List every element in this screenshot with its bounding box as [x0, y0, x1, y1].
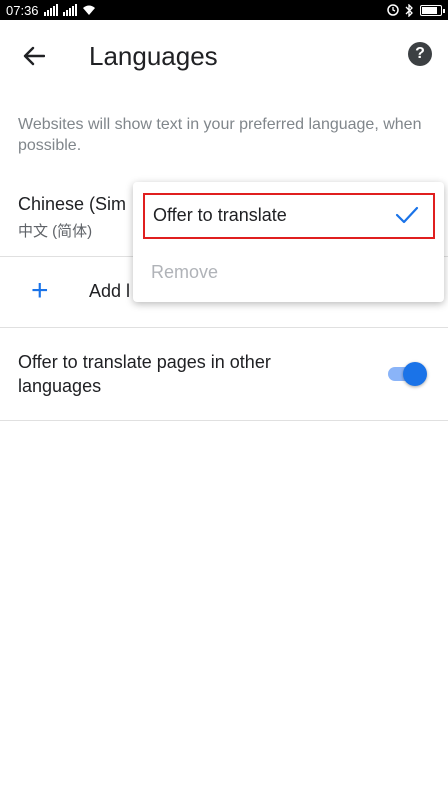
menu-item-offer-to-translate[interactable]: Offer to translate: [143, 193, 435, 239]
bluetooth-icon: [405, 3, 413, 17]
menu-item-remove[interactable]: Remove: [143, 252, 435, 292]
help-button[interactable]: ?: [408, 42, 432, 66]
signal-icon: [62, 4, 77, 16]
checkmark-icon: [395, 206, 419, 224]
languages-description: Websites will show text in your preferre…: [18, 116, 422, 154]
status-time: 07:36: [6, 2, 39, 18]
language-name: Chinese (Sim: [18, 194, 127, 214]
offer-translate-label: Offer to translate pages in other langua…: [18, 352, 271, 396]
help-icon: ?: [415, 45, 425, 62]
page-title: Languages: [89, 41, 218, 71]
menu-item-label: Remove: [151, 262, 219, 282]
menu-item-label: Offer to translate: [153, 205, 287, 225]
plus-icon: +: [31, 274, 49, 307]
back-button[interactable]: [18, 40, 50, 72]
back-arrow-icon: [23, 46, 45, 66]
language-options-menu: Offer to translate Remove: [133, 182, 444, 302]
alarm-icon: [387, 4, 399, 16]
app-toolbar: Languages ?: [0, 20, 448, 92]
wifi-icon: [82, 5, 95, 15]
add-language-label: Add l: [89, 281, 131, 301]
signal-icon: [43, 4, 58, 16]
offer-translate-setting[interactable]: Offer to translate pages in other langua…: [0, 328, 448, 421]
toggle-thumb: [403, 362, 427, 386]
battery-icon: [420, 4, 445, 16]
status-bar: 07:36: [0, 0, 448, 20]
offer-translate-toggle[interactable]: [386, 362, 428, 386]
language-native-name: 中文 (简体): [18, 223, 93, 240]
